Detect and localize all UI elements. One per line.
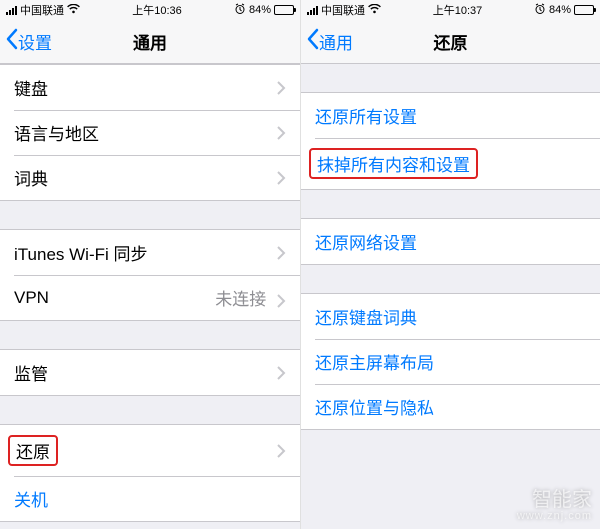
content: 键盘 语言与地区 词典 iTunes Wi-Fi 同步 VPN 未连接 [0, 64, 300, 529]
row-label: 还原 [8, 435, 58, 466]
back-label: 通用 [319, 29, 353, 54]
alarm-icon [234, 3, 246, 18]
battery-icon [574, 5, 594, 15]
row-reset-location-privacy[interactable]: 还原位置与隐私 [301, 384, 600, 429]
row-dictionary[interactable]: 词典 [0, 155, 300, 200]
chevron-right-icon [277, 126, 286, 140]
row-label: 词典 [14, 165, 48, 190]
chevron-right-icon [277, 81, 286, 95]
chevron-right-icon [277, 294, 286, 308]
status-bar: 中国联通 上午10:37 84% [301, 0, 600, 20]
chevron-right-icon [277, 444, 286, 458]
chevron-left-icon [305, 28, 319, 55]
clock: 上午10:37 [433, 2, 483, 18]
row-label: 监管 [14, 360, 48, 385]
row-erase-all-content[interactable]: 抹掉所有内容和设置 [301, 138, 600, 189]
row-label: 关机 [14, 486, 48, 511]
nav-bar: 设置 通用 [0, 20, 300, 64]
row-reset-keyboard-dict[interactable]: 还原键盘词典 [301, 294, 600, 339]
back-label: 设置 [18, 29, 52, 54]
row-label: 还原键盘词典 [315, 304, 417, 329]
row-label: 还原网络设置 [315, 229, 417, 254]
row-value: 未连接 [215, 290, 266, 309]
carrier-label: 中国联通 [321, 2, 365, 18]
carrier-label: 中国联通 [20, 2, 64, 18]
wifi-icon [67, 4, 80, 17]
row-supervision[interactable]: 监管 [0, 350, 300, 395]
signal-icon [6, 6, 17, 15]
phone-general: 中国联通 上午10:36 84% 设置 通用 键盘 [0, 0, 300, 529]
chevron-right-icon [277, 171, 286, 185]
wifi-icon [368, 4, 381, 17]
row-reset-all-settings[interactable]: 还原所有设置 [301, 93, 600, 138]
content: 还原所有设置 抹掉所有内容和设置 还原网络设置 还原键盘词典 还原主屏幕布局 还… [301, 64, 600, 529]
back-button[interactable]: 通用 [305, 20, 353, 63]
signal-icon [307, 6, 318, 15]
battery-icon [274, 5, 294, 15]
row-label: 还原所有设置 [315, 103, 417, 128]
row-shutdown[interactable]: 关机 [0, 476, 300, 521]
row-label: 抹掉所有内容和设置 [309, 148, 478, 179]
battery-pct: 84% [549, 4, 571, 16]
page-title: 通用 [133, 29, 167, 54]
clock: 上午10:36 [132, 2, 182, 18]
battery-pct: 84% [249, 4, 271, 16]
chevron-right-icon [277, 366, 286, 380]
phone-reset: 中国联通 上午10:37 84% 通用 还原 还原所有设置 [300, 0, 600, 529]
row-keyboard[interactable]: 键盘 [0, 65, 300, 110]
row-reset-network[interactable]: 还原网络设置 [301, 219, 600, 264]
row-language-region[interactable]: 语言与地区 [0, 110, 300, 155]
status-bar: 中国联通 上午10:36 84% [0, 0, 300, 20]
row-reset-home-layout[interactable]: 还原主屏幕布局 [301, 339, 600, 384]
chevron-right-icon [277, 246, 286, 260]
row-label: 键盘 [14, 75, 48, 100]
row-label: 还原位置与隐私 [315, 394, 434, 419]
row-vpn[interactable]: VPN 未连接 [0, 275, 300, 320]
row-itunes-wifi-sync[interactable]: iTunes Wi-Fi 同步 [0, 230, 300, 275]
row-label: 语言与地区 [14, 120, 99, 145]
row-label: VPN [14, 288, 49, 308]
row-label: 还原主屏幕布局 [315, 349, 434, 374]
nav-bar: 通用 还原 [301, 20, 600, 64]
page-title: 还原 [434, 29, 468, 54]
row-reset[interactable]: 还原 [0, 425, 300, 476]
back-button[interactable]: 设置 [4, 20, 52, 63]
chevron-left-icon [4, 28, 18, 55]
alarm-icon [534, 3, 546, 18]
row-label: iTunes Wi-Fi 同步 [14, 240, 148, 265]
